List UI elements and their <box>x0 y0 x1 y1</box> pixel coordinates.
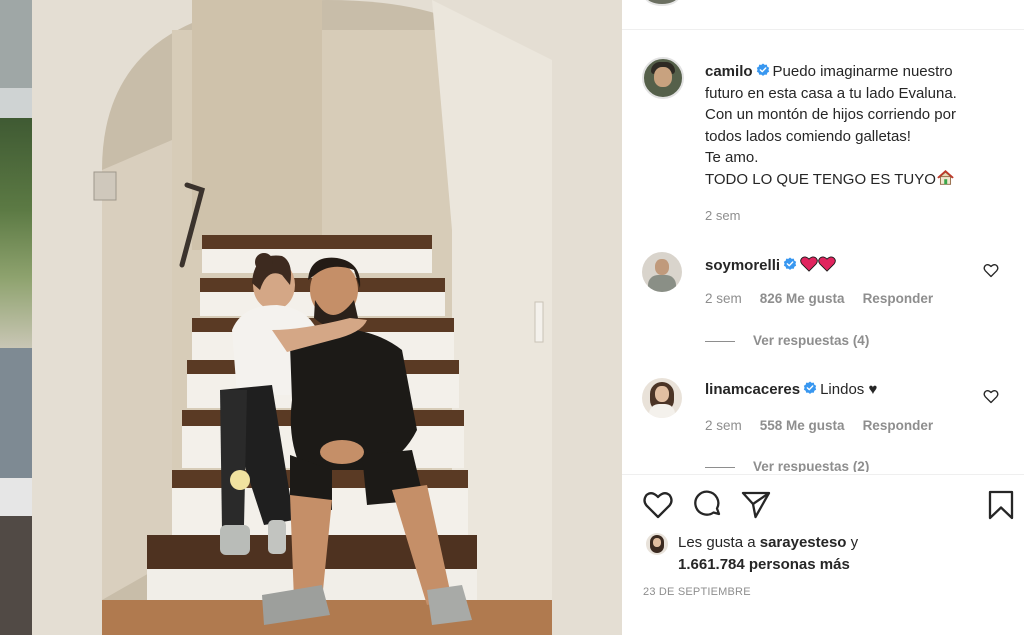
comment-likes[interactable]: 826 Me gusta <box>760 291 845 306</box>
post-photo[interactable] <box>32 0 622 635</box>
comment-username[interactable]: linamcaceres <box>705 381 800 398</box>
bookmark-icon[interactable] <box>985 489 1017 521</box>
strip-block <box>0 516 32 635</box>
likes-connector: y <box>850 534 859 551</box>
red-heart-emoji-icon <box>800 256 818 272</box>
paper-plane-icon[interactable] <box>740 489 772 521</box>
caption-line: Puedo imaginarme nuestro <box>772 63 953 80</box>
comment-like-heart-icon[interactable] <box>983 263 999 278</box>
previous-post-strip[interactable] <box>0 0 32 635</box>
caption-line: Con un montón de hijos corriendo por <box>705 106 956 123</box>
avatar-face <box>655 386 669 402</box>
comment-like-heart-icon[interactable] <box>983 389 999 404</box>
comment-bubble-icon[interactable] <box>692 489 724 521</box>
avatar[interactable] <box>644 0 680 6</box>
reply-button[interactable]: Responder <box>863 418 934 433</box>
verified-badge-icon <box>803 381 817 394</box>
divider <box>705 340 735 342</box>
author-avatar[interactable] <box>642 57 684 99</box>
reply-button[interactable]: Responder <box>863 291 934 306</box>
red-heart-emoji-icon <box>818 256 836 272</box>
comments-list: soymorelli 2 sem 826 Me gusta Responder Ve… <box>622 230 1024 472</box>
post-date[interactable]: 23 DE SEPTIEMBRE <box>643 586 751 598</box>
comment-meta: 2 sem 826 Me gusta Responder <box>705 291 951 306</box>
verified-badge-icon <box>783 257 797 270</box>
comment-likes[interactable]: 558 Me gusta <box>760 418 845 433</box>
caption-line: Te amo. <box>705 149 759 166</box>
liker-username[interactable]: sarayesteso <box>760 534 847 551</box>
avatar-face <box>654 67 672 87</box>
commenter-avatar[interactable] <box>642 378 682 418</box>
avatar-body <box>649 404 675 418</box>
post-header <box>622 0 1024 30</box>
avatar-body <box>648 275 676 292</box>
caption-time[interactable]: 2 sem <box>705 208 740 223</box>
likes-prefix: Les gusta a <box>678 534 756 551</box>
avatar-face <box>653 538 661 547</box>
comment-username[interactable]: soymorelli <box>705 257 780 274</box>
post-details-panel: camilo Puedo imaginarme nuestro futuro e… <box>622 0 1024 635</box>
likes-summary: Les gusta a sarayesteso y 1.661.784 pers… <box>678 532 1008 576</box>
comment-time[interactable]: 2 sem <box>705 418 742 433</box>
caption-line: futuro en esta casa a tu lado Evaluna. <box>705 84 957 102</box>
post-caption: camilo Puedo imaginarme nuestro futuro e… <box>705 61 1005 190</box>
view-replies-label: Ver respuestas (2) <box>753 459 870 472</box>
strip-block <box>0 118 32 348</box>
liker-avatar[interactable] <box>646 533 668 555</box>
view-replies-label: Ver respuestas (4) <box>753 333 870 348</box>
divider <box>705 466 735 468</box>
strip-block <box>0 348 32 478</box>
comment-meta: 2 sem 558 Me gusta Responder <box>705 418 951 433</box>
strip-block <box>0 88 32 118</box>
commenter-avatar[interactable] <box>642 252 682 292</box>
strip-block <box>0 0 32 88</box>
caption-username[interactable]: camilo <box>705 63 753 80</box>
comment-text: soymorelli <box>705 256 836 274</box>
post-actions: Les gusta a sarayesteso y 1.661.784 pers… <box>622 474 1024 635</box>
house-emoji-icon <box>937 169 954 185</box>
comment-time[interactable]: 2 sem <box>705 291 742 306</box>
caption-line: todos lados comiendo galletas! <box>705 127 911 145</box>
comment-text: linamcaceres Lindos ♥ <box>705 381 877 398</box>
strip-block <box>0 478 32 516</box>
view-replies-button[interactable]: Ver respuestas (4) <box>705 333 869 348</box>
heart-outline-icon[interactable] <box>642 489 674 521</box>
avatar-face <box>655 259 669 275</box>
verified-badge-icon <box>756 63 769 76</box>
comment-body: Lindos ♥ <box>820 381 878 398</box>
caption-line: TODO LO QUE TENGO ES TUYO <box>705 170 936 188</box>
likes-count-link[interactable]: 1.661.784 personas más <box>678 556 850 573</box>
post-photo-illustration <box>32 0 622 635</box>
view-replies-button[interactable]: Ver respuestas (2) <box>705 459 869 472</box>
